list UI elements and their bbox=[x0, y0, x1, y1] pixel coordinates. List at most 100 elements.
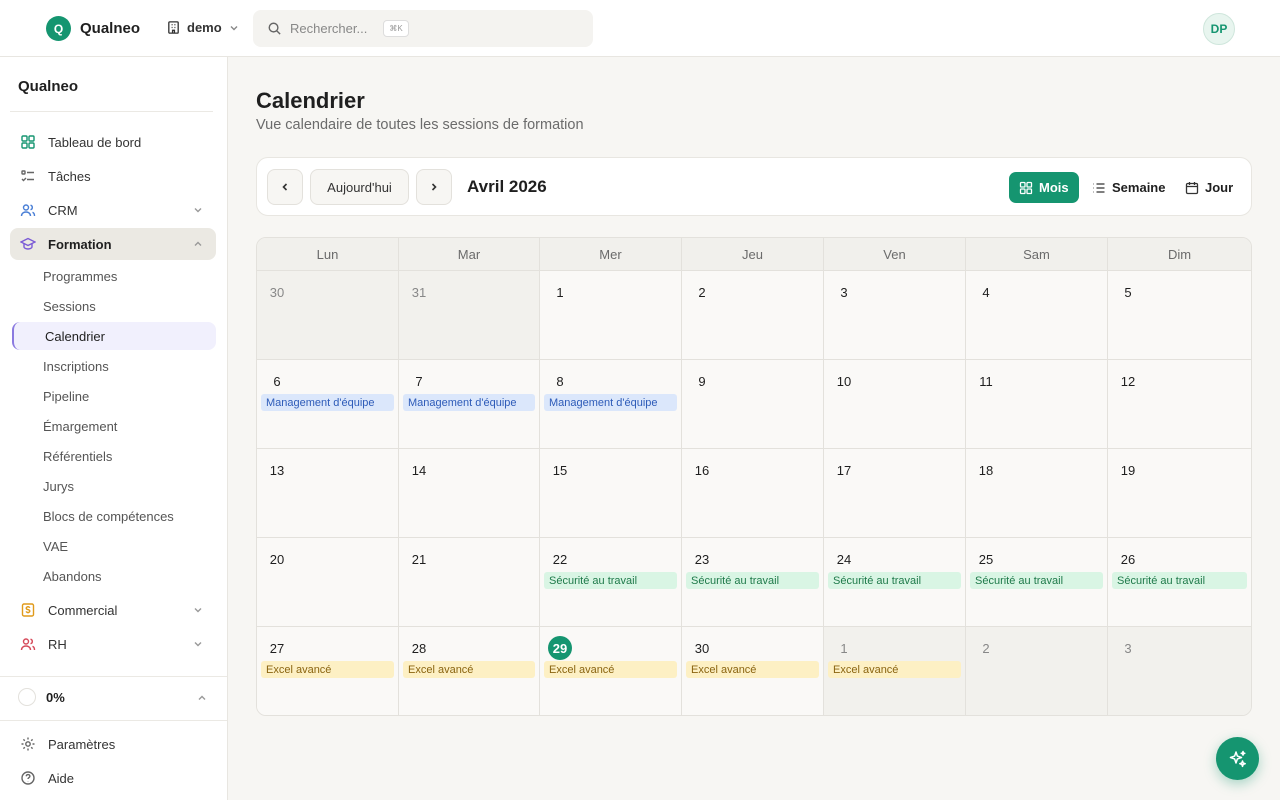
calendar-day-cell[interactable]: 13 bbox=[257, 449, 399, 538]
search-icon bbox=[268, 22, 281, 35]
calendar-event[interactable]: Excel avancé bbox=[686, 661, 819, 678]
sidebar-subitem-blocs[interactable]: Blocs de compétences bbox=[12, 502, 216, 530]
app-logo[interactable]: Q bbox=[46, 16, 71, 41]
calendar-day-cell[interactable]: 4 bbox=[966, 271, 1108, 360]
divider bbox=[0, 720, 227, 721]
calendar-day-cell[interactable]: 27 Excel avancé bbox=[257, 627, 399, 715]
sidebar-subitem-sessions[interactable]: Sessions bbox=[12, 292, 216, 320]
day-number: 31 bbox=[411, 284, 427, 300]
help-icon bbox=[21, 771, 35, 785]
sidebar-item-label: RH bbox=[48, 636, 67, 652]
user-avatar[interactable]: DP bbox=[1203, 13, 1235, 45]
calendar-toolbar: Aujourd'hui Avril 2026 Mois Semaine Jour bbox=[256, 157, 1252, 216]
sidebar-subitem-referentiels[interactable]: Référentiels bbox=[12, 442, 216, 470]
calendar-day-cell[interactable]: 30 Excel avancé bbox=[682, 627, 824, 715]
calendar-event[interactable]: Sécurité au travail bbox=[1112, 572, 1247, 589]
day-number: 30 bbox=[269, 284, 285, 300]
sidebar-item-tasks[interactable]: Tâches bbox=[10, 160, 216, 192]
calendar-day-cell[interactable]: 10 bbox=[824, 360, 966, 449]
chevron-up-icon bbox=[194, 241, 202, 246]
calendar-day-cell[interactable]: 11 bbox=[966, 360, 1108, 449]
sidebar-subitem-jurys[interactable]: Jurys bbox=[12, 472, 216, 500]
calendar-day-cell[interactable]: 5 bbox=[1108, 271, 1251, 360]
chevron-down-icon bbox=[194, 642, 202, 647]
calendar-event[interactable]: Management d'équipe bbox=[261, 394, 394, 411]
calendar-day-cell[interactable]: 19 bbox=[1108, 449, 1251, 538]
sidebar-subitem-calendrier[interactable]: Calendrier bbox=[12, 322, 216, 350]
calendar-event[interactable]: Management d'équipe bbox=[544, 394, 677, 411]
calendar-day-cell[interactable]: 24 Sécurité au travail bbox=[824, 538, 966, 627]
sidebar-item-parametres[interactable]: Paramètres bbox=[10, 728, 216, 760]
sidebar-item-commercial[interactable]: Commercial bbox=[10, 594, 216, 626]
calendar-event[interactable]: Excel avancé bbox=[261, 661, 394, 678]
month-calendar: Lun Mar Mer Jeu Ven Sam Dim 30 31 1 2 3 4 5 6 Manageme… bbox=[256, 237, 1252, 716]
sidebar-subitem-pipeline[interactable]: Pipeline bbox=[12, 382, 216, 410]
calendar-day-cell[interactable]: 14 bbox=[399, 449, 540, 538]
onboarding-progress[interactable]: 0% bbox=[18, 686, 216, 708]
view-month-button[interactable]: Mois bbox=[1009, 172, 1079, 203]
sidebar-subitem-vae[interactable]: VAE bbox=[12, 532, 216, 560]
calendar-day-cell[interactable]: 29 Excel avancé bbox=[540, 627, 682, 715]
sidebar-subitem-programmes[interactable]: Programmes bbox=[12, 262, 216, 290]
calendar-day-cell[interactable]: 1 Excel avancé bbox=[824, 627, 966, 715]
progress-value: 0% bbox=[46, 689, 65, 705]
users-icon bbox=[20, 204, 36, 217]
calendar-day-cell[interactable]: 21 bbox=[399, 538, 540, 627]
calendar-day-cell[interactable]: 8 Management d'équipe bbox=[540, 360, 682, 449]
day-number: 27 bbox=[269, 640, 285, 656]
calendar-day-cell[interactable]: 25 Sécurité au travail bbox=[966, 538, 1108, 627]
calendar-day-cell[interactable]: 28 Excel avancé bbox=[399, 627, 540, 715]
view-week-button[interactable]: Semaine bbox=[1082, 172, 1175, 203]
sidebar-item-label: Tâches bbox=[48, 168, 91, 184]
calendar-day-cell[interactable]: 15 bbox=[540, 449, 682, 538]
next-month-button[interactable] bbox=[416, 169, 452, 205]
calendar-day-cell[interactable]: 1 bbox=[540, 271, 682, 360]
sidebar-item-crm[interactable]: CRM bbox=[10, 194, 216, 226]
calendar-day-cell[interactable]: 26 Sécurité au travail bbox=[1108, 538, 1251, 627]
sidebar-subitem-emargement[interactable]: Émargement bbox=[12, 412, 216, 440]
calendar-day-cell[interactable]: 3 bbox=[1108, 627, 1251, 715]
calendar-day-cell[interactable]: 3 bbox=[824, 271, 966, 360]
calendar-day-cell[interactable]: 12 bbox=[1108, 360, 1251, 449]
prev-month-button[interactable] bbox=[267, 169, 303, 205]
calendar-day-cell[interactable]: 16 bbox=[682, 449, 824, 538]
calendar-event[interactable]: Sécurité au travail bbox=[970, 572, 1103, 589]
search-input[interactable]: Rechercher... ⌘K bbox=[253, 10, 593, 47]
calendar-event[interactable]: Sécurité au travail bbox=[828, 572, 961, 589]
calendar-day-cell[interactable]: 17 bbox=[824, 449, 966, 538]
calendar-day-cell[interactable]: 6 Management d'équipe bbox=[257, 360, 399, 449]
search-placeholder: Rechercher... bbox=[290, 21, 368, 36]
calendar-day-cell[interactable]: 20 bbox=[257, 538, 399, 627]
calendar-event[interactable]: Sécurité au travail bbox=[686, 572, 819, 589]
calendar-day-cell[interactable]: 18 bbox=[966, 449, 1108, 538]
view-label: Mois bbox=[1039, 180, 1069, 195]
calendar-day-cell[interactable]: 31 bbox=[399, 271, 540, 360]
sidebar-subitem-inscriptions[interactable]: Inscriptions bbox=[12, 352, 216, 380]
view-day-button[interactable]: Jour bbox=[1175, 172, 1243, 203]
app-name[interactable]: Qualneo bbox=[80, 20, 140, 37]
day-number: 30 bbox=[694, 640, 710, 656]
sidebar-item-dashboard[interactable]: Tableau de bord bbox=[10, 126, 216, 158]
calendar-day-cell[interactable]: 22 Sécurité au travail bbox=[540, 538, 682, 627]
calendar-day-cell[interactable]: 2 bbox=[966, 627, 1108, 715]
day-number: 16 bbox=[694, 462, 710, 478]
today-button[interactable]: Aujourd'hui bbox=[310, 169, 409, 205]
sidebar-item-rh[interactable]: RH bbox=[10, 628, 216, 660]
calendar-event[interactable]: Management d'équipe bbox=[403, 394, 535, 411]
calendar-day-cell[interactable]: 9 bbox=[682, 360, 824, 449]
sidebar-item-formation[interactable]: Formation bbox=[10, 228, 216, 260]
calendar-event[interactable]: Sécurité au travail bbox=[544, 572, 677, 589]
sidebar-item-label: Formation bbox=[48, 236, 112, 252]
sidebar-subitem-abandons[interactable]: Abandons bbox=[12, 562, 216, 590]
day-number: 9 bbox=[698, 373, 706, 389]
calendar-day-cell[interactable]: 7 Management d'équipe bbox=[399, 360, 540, 449]
ai-assistant-button[interactable] bbox=[1216, 737, 1259, 780]
calendar-day-cell[interactable]: 2 bbox=[682, 271, 824, 360]
calendar-event[interactable]: Excel avancé bbox=[828, 661, 961, 678]
calendar-day-cell[interactable]: 23 Sécurité au travail bbox=[682, 538, 824, 627]
workspace-selector[interactable]: demo bbox=[166, 20, 240, 35]
sidebar-item-aide[interactable]: Aide bbox=[10, 762, 216, 794]
calendar-event[interactable]: Excel avancé bbox=[544, 661, 677, 678]
calendar-event[interactable]: Excel avancé bbox=[403, 661, 535, 678]
calendar-day-cell[interactable]: 30 bbox=[257, 271, 399, 360]
